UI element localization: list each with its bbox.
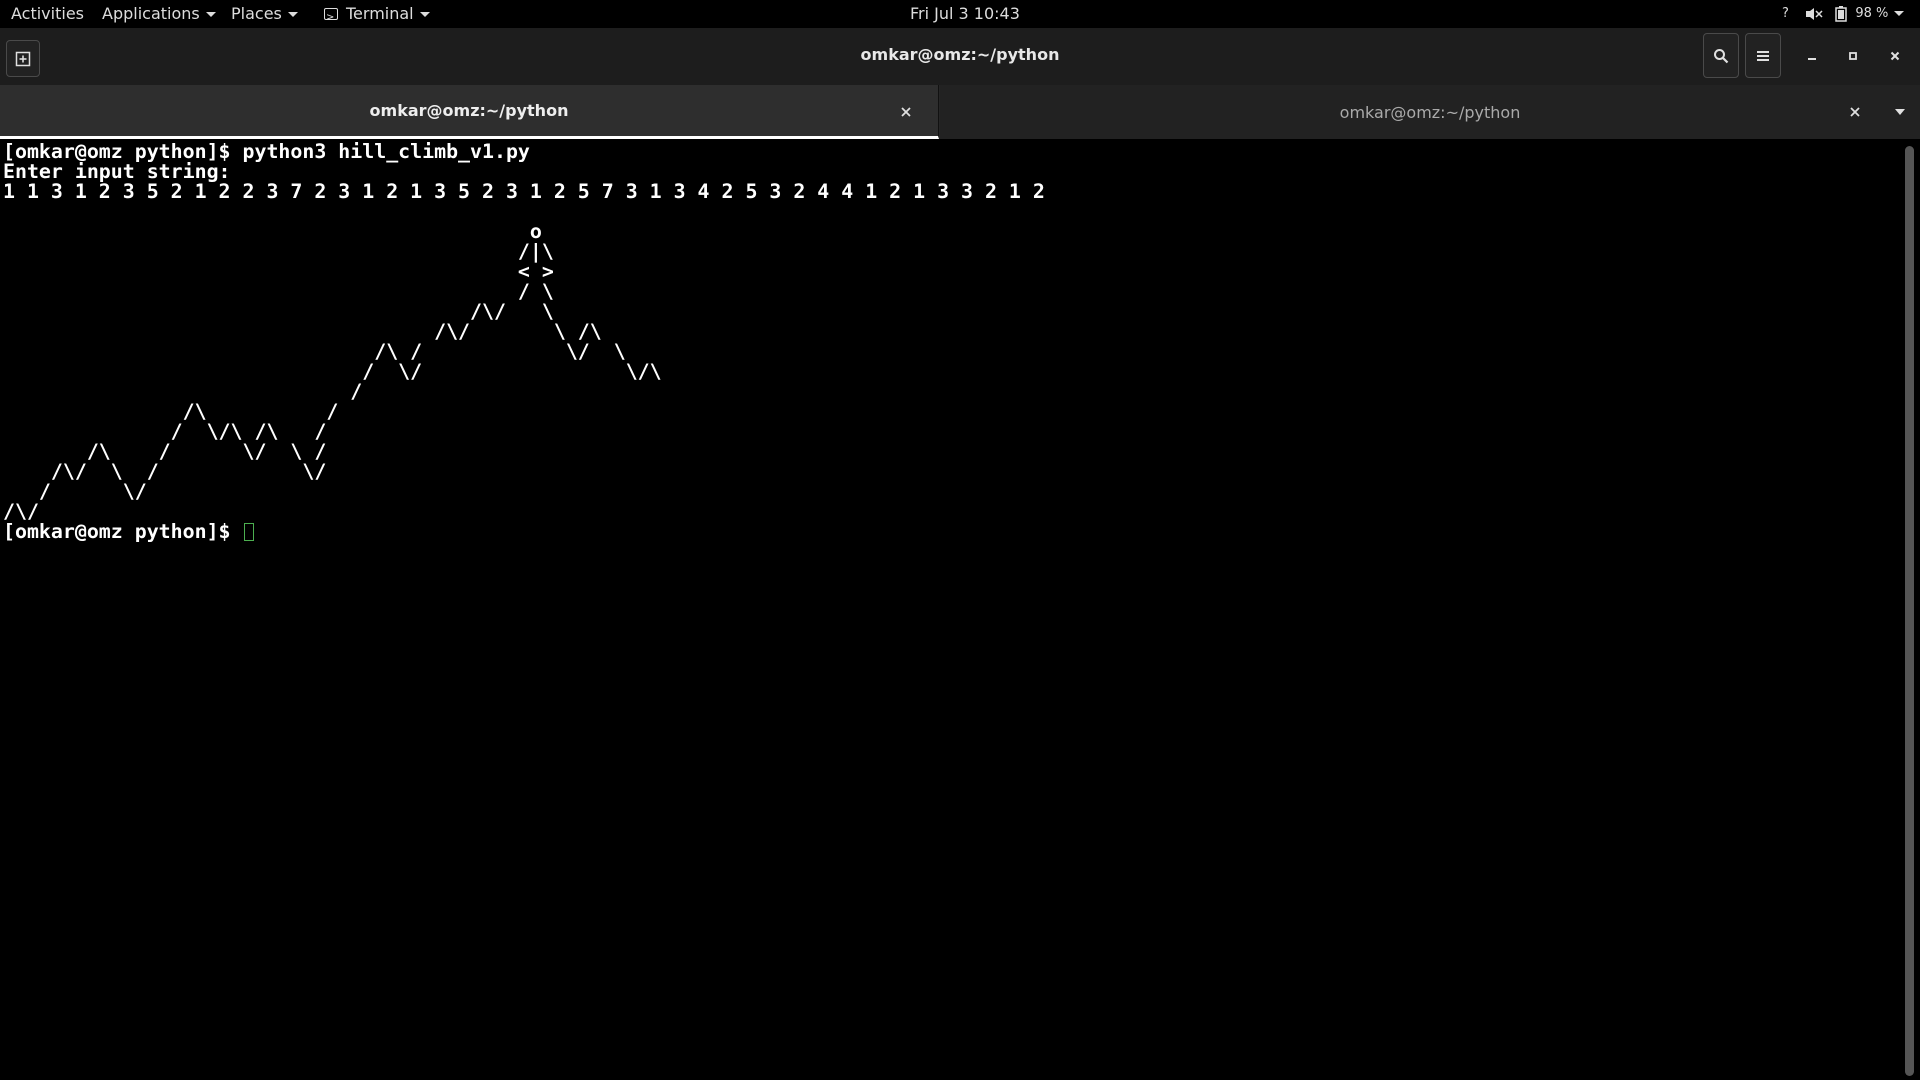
terminal-line: /\/: [3, 500, 39, 523]
places-label: Places: [231, 4, 282, 23]
close-icon: [1850, 107, 1860, 117]
terminal-line: /|\: [3, 240, 554, 263]
terminal-line: /\/ \ / \/: [3, 460, 327, 483]
tab-label: omkar@omz:~/python: [1339, 102, 1521, 122]
scrollbar-thumb[interactable]: [1905, 146, 1914, 1076]
terminal-output: [omkar@omz python]$ python3 hill_climb_v…: [3, 142, 1045, 542]
applications-label: Applications: [102, 4, 200, 23]
tab-close-button[interactable]: [897, 103, 915, 121]
search-icon: [1714, 48, 1729, 63]
system-status-menu[interactable]: ? 98 %: [1782, 0, 1905, 28]
chevron-down-icon: [287, 12, 298, 17]
close-icon: [901, 107, 911, 117]
terminal-line: [omkar@omz python]$ python3 hill_climb_v…: [3, 140, 530, 163]
terminal-line: < >: [3, 260, 554, 283]
chevron-down-icon: [419, 12, 430, 17]
chevron-down-icon: [205, 12, 216, 17]
terminal-line: /: [3, 380, 363, 403]
terminal-line: Enter input string:: [3, 160, 231, 183]
terminal-line: /\/ \ /\: [3, 320, 602, 343]
help-icon: ?: [1782, 6, 1789, 21]
chevron-down-icon: [1894, 11, 1905, 16]
tab-list-button[interactable]: [1890, 104, 1910, 120]
text-cursor: [243, 523, 254, 541]
maximize-button[interactable]: [1840, 43, 1866, 69]
chevron-down-icon: [1895, 109, 1905, 115]
minimize-icon: [1808, 58, 1816, 60]
activities-button[interactable]: Activities: [11, 0, 84, 28]
tab-label: omkar@omz:~/python: [369, 101, 569, 120]
terminal-line: / \: [3, 280, 554, 303]
terminal-line: / \/ \/\: [3, 360, 662, 383]
terminal-line: /\ / \/ \: [3, 340, 626, 363]
terminal-line: /\ / \/ \ /: [3, 440, 327, 463]
close-window-button[interactable]: [1882, 43, 1908, 69]
terminal-icon: [324, 4, 338, 31]
volume-muted-icon: [1806, 7, 1823, 20]
main-menu-button[interactable]: [1745, 33, 1781, 78]
minimize-button[interactable]: [1799, 43, 1825, 69]
terminal-line: o: [3, 220, 542, 243]
applications-menu[interactable]: Applications: [102, 0, 216, 28]
tab-close-button[interactable]: [1846, 103, 1864, 121]
places-menu[interactable]: Places: [231, 0, 298, 28]
new-tab-button[interactable]: [6, 40, 40, 77]
terminal-line: /\/ \: [3, 300, 554, 323]
top-bar: Activities Applications Places Terminal …: [0, 0, 1920, 31]
header-bar: [0, 28, 1920, 86]
new-tab-icon: [15, 51, 31, 66]
terminal-line: / \/\ /\ /: [3, 420, 327, 443]
hamburger-menu-icon: [1757, 50, 1769, 61]
search-button[interactable]: [1703, 33, 1739, 78]
terminal-prompt: [omkar@omz python]$: [3, 520, 243, 543]
clock[interactable]: Fri Jul 3 10:43: [910, 0, 1020, 28]
terminal-line: 1 1 3 1 2 3 5 2 1 2 2 3 7 2 3 1 2 1 3 5 …: [3, 180, 1045, 203]
close-icon: [1890, 51, 1900, 61]
maximize-icon: [1849, 52, 1857, 60]
app-menu-label: Terminal: [346, 4, 414, 23]
terminal-prompt-line[interactable]: [omkar@omz python]$: [3, 522, 1045, 542]
terminal-app-menu[interactable]: Terminal: [324, 0, 430, 31]
terminal-line: /\ /: [3, 400, 339, 423]
battery-icon: [1835, 5, 1847, 22]
battery-percent: 98 %: [1855, 6, 1889, 21]
terminal-line: / \/: [3, 480, 147, 503]
tab-python-2[interactable]: omkar@omz:~/python: [940, 85, 1920, 139]
terminal-view[interactable]: [omkar@omz python]$ python3 hill_climb_v…: [0, 139, 1905, 1080]
tab-python-1[interactable]: omkar@omz:~/python: [0, 85, 939, 139]
